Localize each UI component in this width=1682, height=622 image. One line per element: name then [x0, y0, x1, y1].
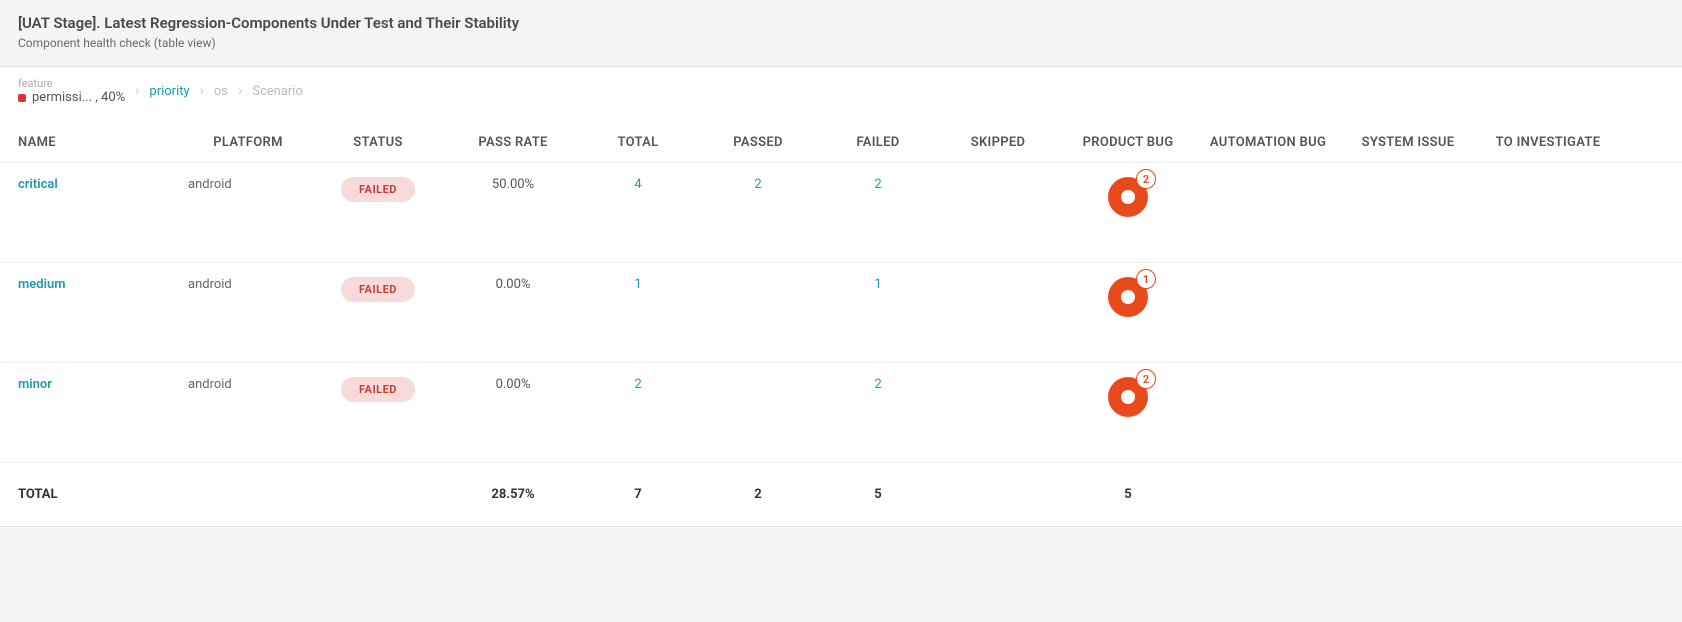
col-total[interactable]: TOTAL [578, 135, 698, 150]
product-bug-donut[interactable]: 1 [1108, 277, 1148, 317]
table-row: medium android FAILED 0.00% 1 1 1 [0, 263, 1682, 363]
row-passrate: 0.00% [448, 277, 578, 292]
breadcrumb-item-os[interactable]: os [214, 84, 228, 99]
row-total-link[interactable]: 2 [634, 377, 641, 392]
feature-label: feature [18, 77, 53, 90]
row-failed-link[interactable]: 2 [874, 177, 881, 192]
status-badge: FAILED [341, 277, 415, 302]
page-subtitle: Component health check (table view) [18, 36, 1664, 50]
col-pass-rate[interactable]: PASS RATE [448, 135, 578, 150]
row-total-link[interactable]: 1 [634, 277, 641, 292]
feature-value: permissi... , 40% [18, 90, 125, 105]
row-platform: android [188, 377, 308, 392]
row-passrate: 50.00% [448, 177, 578, 192]
chevron-right-icon: › [135, 83, 139, 99]
col-passed[interactable]: PASSED [698, 135, 818, 150]
status-badge: FAILED [341, 377, 415, 402]
donut-count: 1 [1136, 269, 1156, 289]
col-platform[interactable]: PLATFORM [188, 135, 308, 150]
col-failed[interactable]: FAILED [818, 135, 938, 150]
feature-value-text: permissi... , 40% [32, 90, 125, 105]
chevron-right-icon: › [238, 83, 242, 99]
table-total-row: TOTAL 28.57% 7 2 5 5 [0, 463, 1682, 526]
total-passed: 2 [698, 487, 818, 502]
table-row: critical android FAILED 50.00% 4 2 2 2 [0, 163, 1682, 263]
donut-count: 2 [1136, 169, 1156, 189]
col-name[interactable]: NAME [18, 135, 188, 150]
row-name-link[interactable]: medium [18, 277, 66, 292]
chevron-right-icon: › [200, 83, 204, 99]
page-header: [UAT Stage]. Latest Regression-Component… [0, 0, 1682, 62]
row-name-link[interactable]: critical [18, 177, 58, 192]
total-passrate: 28.57% [448, 487, 578, 502]
status-badge: FAILED [341, 177, 415, 202]
row-platform: android [188, 277, 308, 292]
total-total: 7 [578, 487, 698, 502]
col-status[interactable]: STATUS [308, 135, 448, 150]
row-failed-link[interactable]: 2 [874, 377, 881, 392]
row-passrate: 0.00% [448, 377, 578, 392]
table-header-row: NAME PLATFORM STATUS PASS RATE TOTAL PAS… [0, 117, 1682, 163]
row-total-link[interactable]: 4 [634, 177, 641, 192]
row-failed-link[interactable]: 1 [874, 277, 881, 292]
row-name-link[interactable]: minor [18, 377, 52, 392]
status-dot-icon [18, 94, 26, 102]
row-platform: android [188, 177, 308, 192]
product-bug-donut[interactable]: 2 [1108, 377, 1148, 417]
row-passed-link[interactable]: 2 [754, 177, 761, 192]
breadcrumb: feature permissi... , 40% › priority › o… [0, 67, 1682, 111]
breadcrumb-item-priority[interactable]: priority [149, 84, 189, 99]
col-skipped[interactable]: SKIPPED [938, 135, 1058, 150]
col-to-investigate[interactable]: TO INVESTIGATE [1478, 135, 1618, 150]
table-row: minor android FAILED 0.00% 2 2 2 [0, 363, 1682, 463]
table-panel: feature permissi... , 40% › priority › o… [0, 66, 1682, 527]
breadcrumb-item-scenario[interactable]: Scenario [252, 84, 303, 99]
results-table: NAME PLATFORM STATUS PASS RATE TOTAL PAS… [0, 117, 1682, 526]
page-title: [UAT Stage]. Latest Regression-Component… [18, 14, 1664, 32]
breadcrumb-feature[interactable]: feature permissi... , 40% [18, 77, 125, 105]
col-system-issue[interactable]: SYSTEM ISSUE [1338, 135, 1478, 150]
col-automation-bug[interactable]: AUTOMATION BUG [1198, 135, 1338, 150]
col-product-bug[interactable]: PRODUCT BUG [1058, 135, 1198, 150]
donut-count: 2 [1136, 369, 1156, 389]
total-label: TOTAL [18, 487, 188, 502]
total-product-bug: 5 [1058, 487, 1198, 502]
product-bug-donut[interactable]: 2 [1108, 177, 1148, 217]
total-failed: 5 [818, 487, 938, 502]
